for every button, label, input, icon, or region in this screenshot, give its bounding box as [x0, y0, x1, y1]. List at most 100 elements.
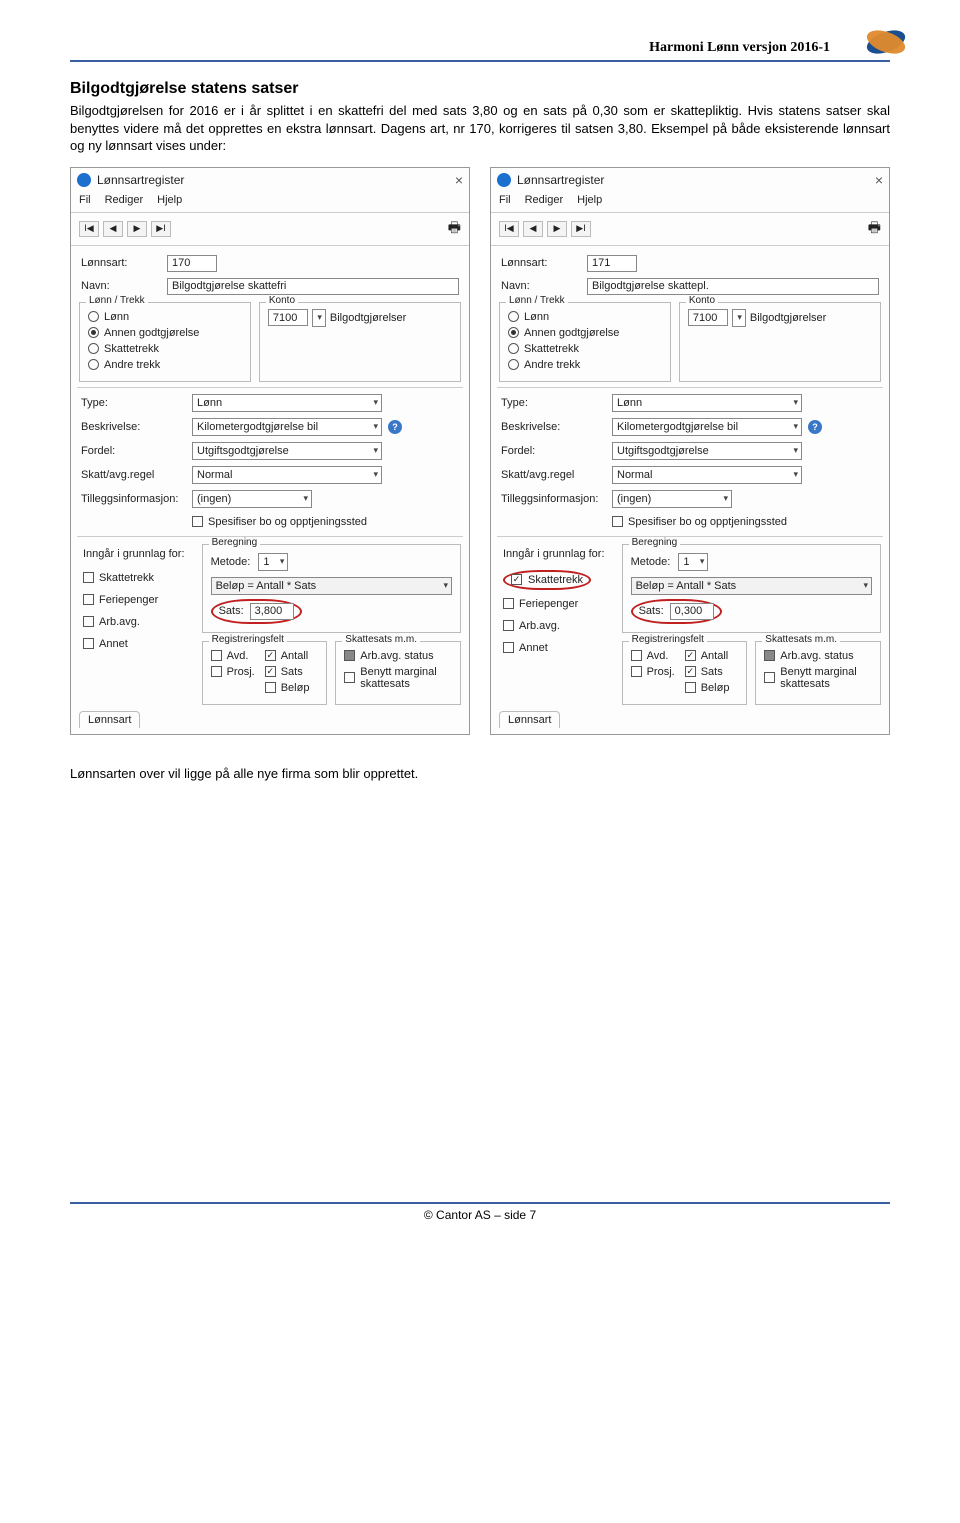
- type-select[interactable]: Lønn: [192, 394, 382, 412]
- close-icon[interactable]: ×: [455, 172, 463, 188]
- beskrivelse-select[interactable]: Kilometergodtgjørelse bil: [612, 418, 802, 436]
- page-header-title: Harmoni Lønn versjon 2016-1: [70, 40, 890, 56]
- chk-sats[interactable]: [265, 666, 276, 677]
- radio-skattetrekk[interactable]: [88, 343, 99, 354]
- group-title: Lønn / Trekk: [86, 295, 148, 306]
- nav-first-button[interactable]: I◀: [499, 221, 519, 237]
- menu-rediger[interactable]: Rediger: [105, 194, 144, 206]
- radio-annen[interactable]: [88, 327, 99, 338]
- sats-input[interactable]: 3,800: [250, 603, 294, 620]
- konto-select[interactable]: [732, 309, 746, 327]
- sats-highlight: Sats: 3,800: [211, 599, 302, 624]
- print-icon[interactable]: 🖶: [868, 217, 881, 241]
- konto-name: Bilgodtgjørelser: [330, 312, 406, 324]
- chk-skattetrekk[interactable]: [511, 574, 522, 585]
- formula-display: Beløp = Antall * Sats: [211, 577, 452, 595]
- skatt-select[interactable]: Normal: [612, 466, 802, 484]
- nav-first-button[interactable]: I◀: [79, 221, 99, 237]
- chk-prosj[interactable]: [211, 666, 222, 677]
- skattetrekk-highlight: Skattetrekk: [503, 570, 591, 590]
- chk-avd[interactable]: [211, 650, 222, 661]
- panel-container: Lønnsartregister × Fil Rediger Hjelp I◀ …: [70, 167, 890, 735]
- tab-lonnart[interactable]: Lønnsart: [499, 711, 560, 728]
- brand-logo: [862, 18, 910, 66]
- chk-arbavg-status[interactable]: [344, 650, 355, 661]
- radio-lonn[interactable]: [508, 311, 519, 322]
- chk-feriepenger[interactable]: [503, 598, 514, 609]
- konto-select[interactable]: [312, 309, 326, 327]
- navn-input[interactable]: Bilgodtgjørelse skattefri: [167, 278, 459, 295]
- navn-label: Navn:: [81, 280, 161, 292]
- help-icon[interactable]: ?: [388, 420, 402, 434]
- radio-lonn[interactable]: [88, 311, 99, 322]
- chk-sats[interactable]: [685, 666, 696, 677]
- nav-next-button[interactable]: ▶: [547, 221, 567, 237]
- fordel-select[interactable]: Utgiftsgodtgjørelse: [612, 442, 802, 460]
- chk-skattetrekk[interactable]: [83, 572, 94, 583]
- chk-avd[interactable]: [631, 650, 642, 661]
- menu-hjelp[interactable]: Hjelp: [577, 194, 602, 206]
- chk-marginal[interactable]: [764, 672, 775, 683]
- nav-prev-button[interactable]: ◀: [523, 221, 543, 237]
- menu-fil[interactable]: Fil: [79, 194, 91, 206]
- radio-skattetrekk[interactable]: [508, 343, 519, 354]
- nav-prev-button[interactable]: ◀: [103, 221, 123, 237]
- chk-belop[interactable]: [265, 682, 276, 693]
- skattesats-group: Skattesats m.m. Arb.avg. status Benytt m…: [335, 641, 461, 705]
- konto-input[interactable]: 7100: [268, 309, 308, 326]
- tab-lonnart[interactable]: Lønnsart: [79, 711, 140, 728]
- sats-highlight: Sats: 0,300: [631, 599, 722, 624]
- nav-last-button[interactable]: ▶I: [151, 221, 171, 237]
- group-title: Konto: [266, 295, 298, 306]
- chk-belop[interactable]: [685, 682, 696, 693]
- section-paragraph-2: Lønnsarten over vil ligge på alle nye fi…: [70, 765, 890, 783]
- chk-arbavg[interactable]: [83, 616, 94, 627]
- chk-antall[interactable]: [265, 650, 276, 661]
- chk-marginal[interactable]: [344, 672, 355, 683]
- navn-input[interactable]: Bilgodtgjørelse skattepl.: [587, 278, 879, 295]
- lonnart-input[interactable]: 171: [587, 255, 637, 272]
- spesifiser-checkbox[interactable]: [192, 516, 203, 527]
- nav-last-button[interactable]: ▶I: [571, 221, 591, 237]
- metode-select[interactable]: 1: [678, 553, 708, 571]
- chk-feriepenger[interactable]: [83, 594, 94, 605]
- skattesats-group: Skattesats m.m. Arb.avg. status Benytt m…: [755, 641, 881, 705]
- lonnart-input[interactable]: 170: [167, 255, 217, 272]
- radio-andre[interactable]: [508, 359, 519, 370]
- close-icon[interactable]: ×: [875, 172, 883, 188]
- toolbar: I◀ ◀ ▶ ▶I 🖶: [71, 212, 469, 246]
- chk-prosj[interactable]: [631, 666, 642, 677]
- menu-fil[interactable]: Fil: [499, 194, 511, 206]
- print-icon[interactable]: 🖶: [448, 217, 461, 241]
- fordel-select[interactable]: Utgiftsgodtgjørelse: [192, 442, 382, 460]
- chk-annet[interactable]: [83, 638, 94, 649]
- help-icon[interactable]: ?: [808, 420, 822, 434]
- chk-arbavg[interactable]: [503, 620, 514, 631]
- toolbar: I◀ ◀ ▶ ▶I 🖶: [491, 212, 889, 246]
- menu-bar: Fil Rediger Hjelp: [71, 192, 469, 212]
- sats-input[interactable]: 0,300: [670, 603, 714, 620]
- nav-next-button[interactable]: ▶: [127, 221, 147, 237]
- konto-group: Konto 7100 Bilgodtgjørelser: [259, 302, 461, 382]
- section-heading: Bilgodtgjørelse statens satser: [70, 80, 890, 98]
- chk-arbavg-status[interactable]: [764, 650, 775, 661]
- menu-rediger[interactable]: Rediger: [525, 194, 564, 206]
- chk-annet[interactable]: [503, 642, 514, 653]
- tillegg-select[interactable]: (ingen): [612, 490, 732, 508]
- radio-andre[interactable]: [88, 359, 99, 370]
- beskrivelse-select[interactable]: Kilometergodtgjørelse bil: [192, 418, 382, 436]
- konto-input[interactable]: 7100: [688, 309, 728, 326]
- metode-select[interactable]: 1: [258, 553, 288, 571]
- radio-annen[interactable]: [508, 327, 519, 338]
- window-title: Lønnsartregister: [517, 173, 604, 187]
- spesifiser-checkbox[interactable]: [612, 516, 623, 527]
- skatt-select[interactable]: Normal: [192, 466, 382, 484]
- type-select[interactable]: Lønn: [612, 394, 802, 412]
- lonn-trekk-group: Lønn / Trekk Lønn Annen godtgjørelse Ska…: [79, 302, 251, 382]
- panel-left: Lønnsartregister × Fil Rediger Hjelp I◀ …: [70, 167, 470, 735]
- chk-antall[interactable]: [685, 650, 696, 661]
- tillegg-select[interactable]: (ingen): [192, 490, 312, 508]
- menu-hjelp[interactable]: Hjelp: [157, 194, 182, 206]
- lonnart-label: Lønnsart:: [81, 257, 161, 269]
- panel-right: Lønnsartregister × Fil Rediger Hjelp I◀ …: [490, 167, 890, 735]
